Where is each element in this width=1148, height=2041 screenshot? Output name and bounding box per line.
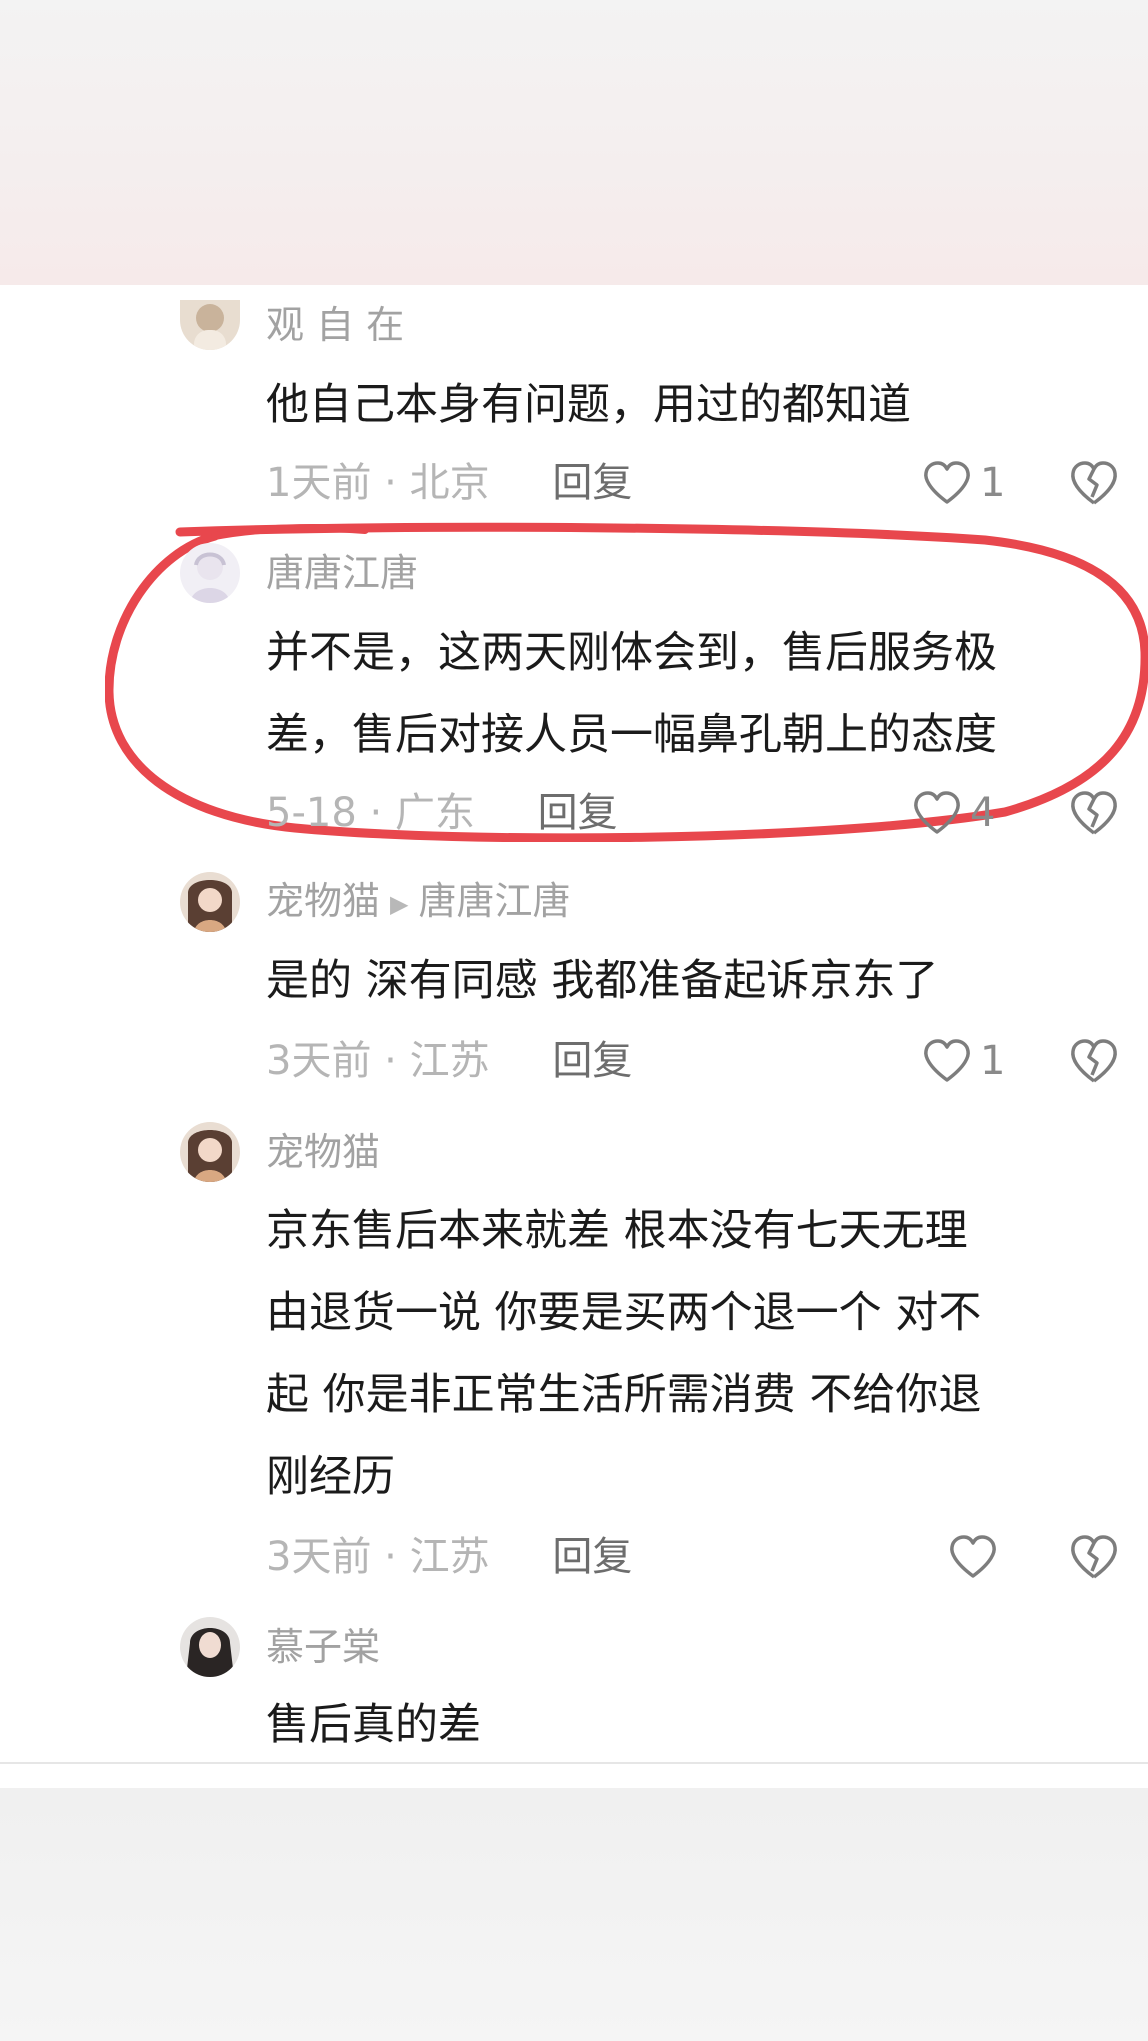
broken-heart-icon[interactable] <box>1068 1531 1120 1583</box>
comment-text: 他自己本身有问题，用过的都知道 <box>266 380 911 430</box>
like-count: 1 <box>980 1038 1006 1084</box>
comment-meta: 5-18 · 广东 回复 <box>266 790 618 836</box>
like-button[interactable]: 1 <box>922 1034 1005 1088</box>
heart-icon <box>924 1039 970 1082</box>
reply-button[interactable]: 回复 <box>538 790 618 836</box>
like-button[interactable]: 4 <box>912 786 995 840</box>
comment-username[interactable]: 宠物猫 <box>266 1127 380 1177</box>
comment-username[interactable]: 慕子棠 <box>266 1622 380 1672</box>
reply-button[interactable]: 回复 <box>552 1038 632 1084</box>
like-button[interactable] <box>948 1530 1006 1584</box>
avatar[interactable] <box>180 300 240 350</box>
like-count: 1 <box>980 460 1006 506</box>
broken-heart-icon[interactable] <box>1068 787 1120 839</box>
broken-heart-icon[interactable] <box>1068 457 1120 509</box>
reply-button[interactable]: 回复 <box>552 460 632 506</box>
heart-icon <box>950 1535 996 1578</box>
comment-username[interactable]: 唐唐江唐 <box>266 548 418 598</box>
divider <box>0 1762 1148 1764</box>
comment-username[interactable]: 宠物猫 ▶ 唐唐江唐 <box>266 876 571 929</box>
reply-to-arrow-icon: ▶ <box>390 889 409 918</box>
like-count: 4 <box>970 790 996 836</box>
heart-icon <box>914 791 960 834</box>
broken-heart-icon[interactable] <box>1068 1035 1120 1087</box>
like-button[interactable]: 1 <box>922 456 1005 510</box>
comment-meta: 3天前 · 江苏 回复 <box>266 1038 633 1084</box>
reply-to-username[interactable]: 唐唐江唐 <box>418 879 570 923</box>
comment-meta: 3天前 · 江苏 回复 <box>266 1534 633 1580</box>
comment-text: 是的 深有同感 我都准备起诉京东了 <box>266 956 939 1006</box>
comment-username[interactable]: 观 自 在 <box>266 300 404 350</box>
avatar[interactable] <box>180 1122 240 1182</box>
reply-button[interactable]: 回复 <box>552 1534 632 1580</box>
comment-text: 售后真的差 <box>266 1700 481 1750</box>
blurred-header <box>0 0 1148 285</box>
avatar[interactable] <box>180 1617 240 1677</box>
avatar[interactable] <box>180 543 240 603</box>
blurred-footer <box>0 1788 1148 2041</box>
heart-icon <box>924 461 970 504</box>
comment-meta: 1天前 · 北京 回复 <box>266 460 633 506</box>
comment-text: 京东售后本来就差 根本没有七天无理 由退货一说 你要是买两个退一个 对不 起 你… <box>266 1206 982 1502</box>
avatar[interactable] <box>180 872 240 932</box>
comment-text: 并不是，这两天刚体会到，售后服务极 差，售后对接人员一幅鼻孔朝上的态度 <box>266 628 997 760</box>
